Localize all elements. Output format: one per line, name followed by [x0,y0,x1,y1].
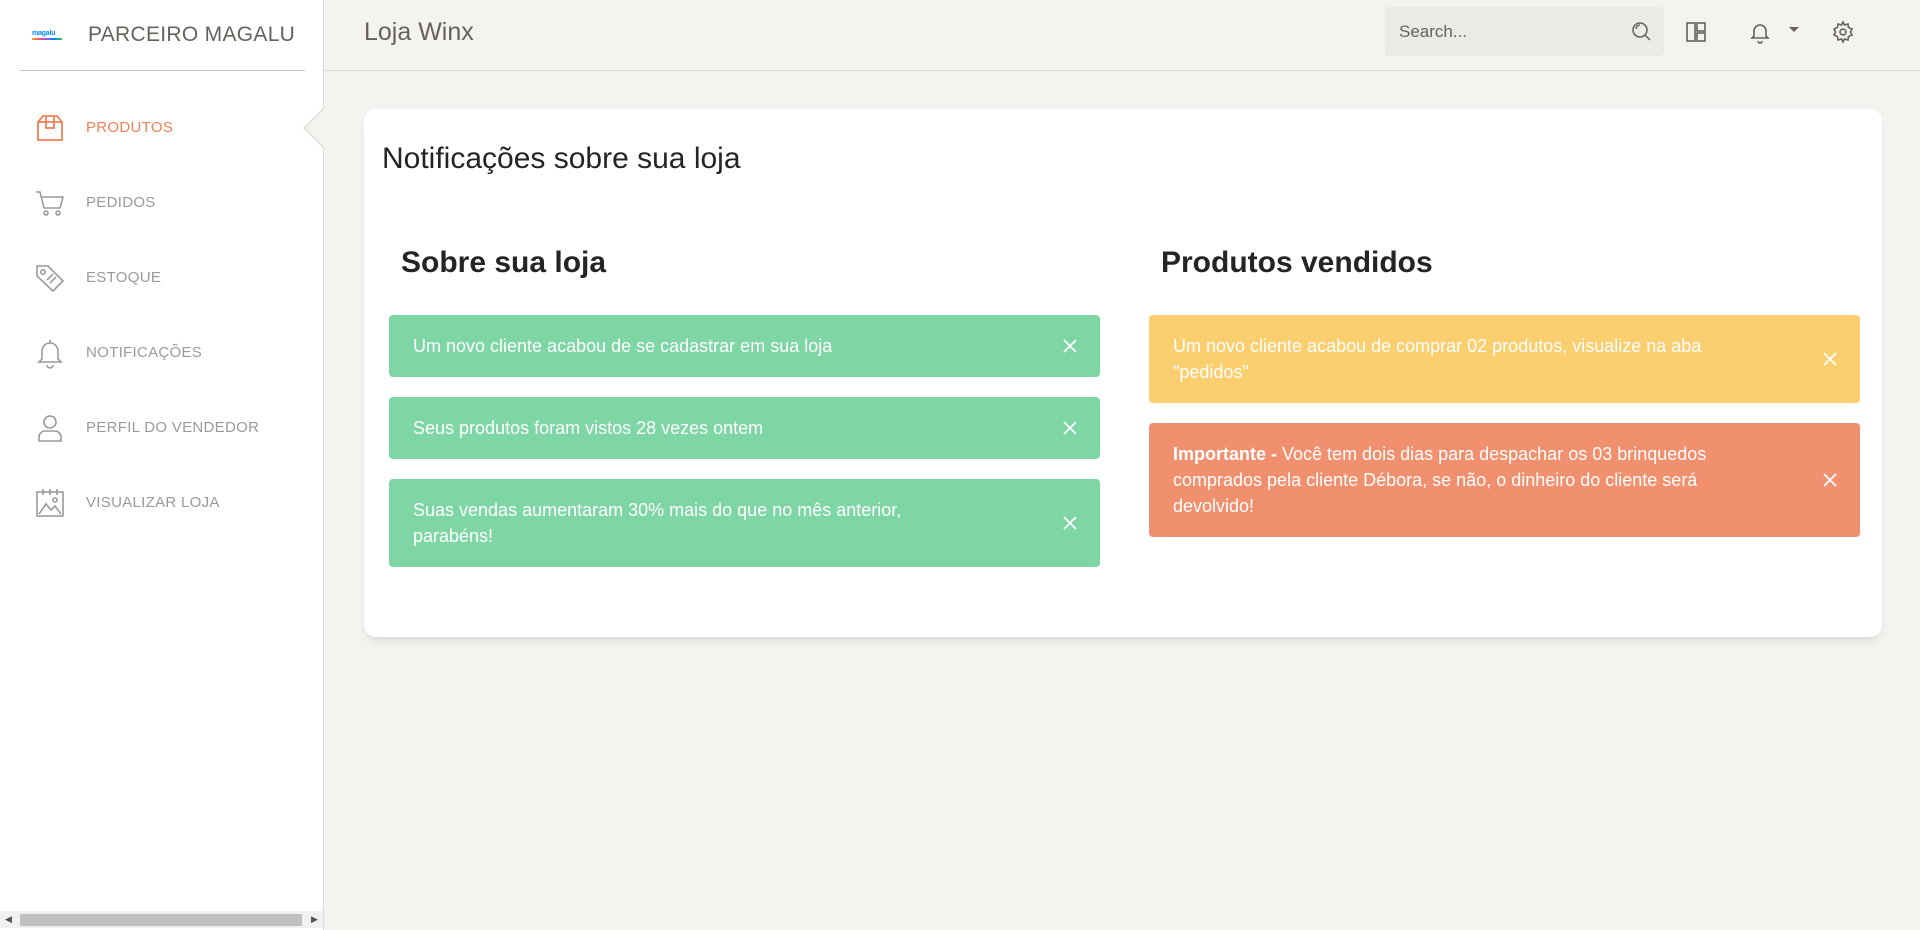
alert-success: Um novo cliente acabou de se cadastrar e… [389,315,1100,377]
tag-icon [34,262,66,294]
search-icon[interactable] [1630,20,1652,42]
close-icon[interactable] [1820,470,1840,490]
sidebar-item-perfil[interactable]: PERFIL DO VENDEDOR [0,390,323,465]
alert-text: Um novo cliente acabou de comprar 02 pro… [1173,336,1702,382]
alert-success: Suas vendas aumentaram 30% mais do que n… [389,479,1100,567]
sidebar-item-estoque[interactable]: ESTOQUE [0,240,323,315]
alert-text: Suas vendas aumentaram 30% mais do que n… [413,500,902,546]
dashboard-icon[interactable] [1684,20,1708,44]
close-icon[interactable] [1820,349,1840,369]
box-icon [34,112,66,144]
card-title: Notificações sobre sua loja [382,142,741,175]
sidebar-item-pedidos[interactable]: PEDIDOS [0,165,323,240]
sidebar-item-label: NOTIFICAÇÕES [86,344,203,361]
bell-icon[interactable] [1748,20,1772,44]
cart-icon [34,187,66,219]
alert-text: Um novo cliente acabou de se cadastrar e… [413,336,833,356]
sidebar-item-label: PERFIL DO VENDEDOR [86,419,260,436]
sidebar-item-label: VISUALIZAR LOJA [86,494,220,511]
top-navbar: Loja Winx [324,0,1920,71]
sidebar-item-visualizar-loja[interactable]: VISUALIZAR LOJA [0,465,323,540]
bell-icon [34,337,66,369]
sidebar-nav: PRODUTOS PEDIDOS ESTOQUE NOTIFICAÇÕES PE… [0,90,324,540]
sidebar-item-notificacoes[interactable]: NOTIFICAÇÕES [0,315,323,390]
horizontal-scrollbar[interactable]: ◀ ▶ [0,911,323,928]
sidebar: magalu PARCEIRO MAGALU PRODUTOS PEDIDOS … [0,0,324,930]
close-icon[interactable] [1060,513,1080,533]
scroll-right-icon[interactable]: ▶ [306,911,323,928]
sidebar-item-label: PRODUTOS [86,119,174,136]
sidebar-item-label: PEDIDOS [86,194,156,211]
close-icon[interactable] [1060,418,1080,438]
notifications-card: Notificações sobre sua loja Sobre sua lo… [364,109,1882,637]
alert-text: Importante - Você tem dois dias para des… [1173,441,1710,519]
section-title-produtos-vendidos: Produtos vendidos [1161,246,1433,279]
alert-warning: Um novo cliente acabou de comprar 02 pro… [1149,315,1860,403]
section-title-sobre-loja: Sobre sua loja [401,246,607,279]
gear-icon[interactable] [1831,20,1855,44]
search-box[interactable] [1385,7,1664,56]
logo-stripe [32,38,62,40]
scroll-left-icon[interactable]: ◀ [0,911,17,928]
alert-text: Seus produtos foram vistos 28 vezes onte… [413,418,764,438]
scrollbar-thumb[interactable] [20,914,302,926]
sidebar-item-produtos[interactable]: PRODUTOS [0,90,324,165]
search-input[interactable] [1399,21,1619,42]
image-calendar-icon [34,487,66,519]
close-icon[interactable] [1060,336,1080,356]
alert-danger: Importante - Você tem dois dias para des… [1149,423,1860,537]
magalu-logo: magalu [32,28,68,42]
alert-success: Seus produtos foram vistos 28 vezes onte… [389,397,1100,459]
brand[interactable]: magalu PARCEIRO MAGALU [20,0,305,71]
brand-name: PARCEIRO MAGALU [88,23,296,46]
user-icon [34,412,66,444]
logo-text: magalu [32,30,56,37]
chevron-down-icon[interactable] [1789,27,1799,32]
page-title[interactable]: Loja Winx [364,18,474,47]
sidebar-item-label: ESTOQUE [86,269,162,286]
alert-strong-label: Importante - [1173,444,1283,464]
